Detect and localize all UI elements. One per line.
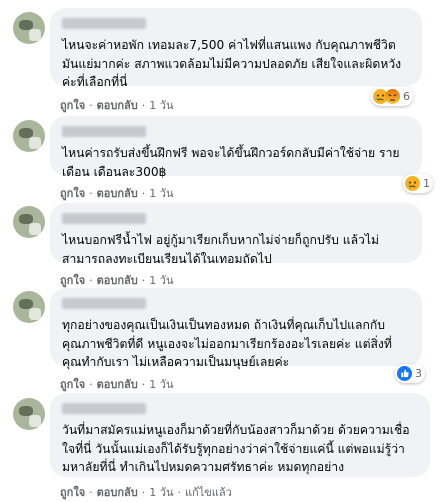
sad-icon [405, 176, 420, 191]
separator-dot: · [89, 186, 93, 200]
separator-dot: · [89, 485, 93, 499]
comment-text: ไหนค่ารถรับส่งขึ้นฝึกฟรี พอจะได้ขึ้นฝึกว… [62, 146, 400, 179]
timestamp[interactable]: 1 วัน [149, 375, 173, 393]
separator-dot: · [177, 485, 181, 499]
avatar[interactable] [13, 12, 45, 44]
like-button[interactable]: ถูกใจ [60, 96, 85, 114]
reply-button[interactable]: ตอบกลับ [97, 96, 138, 114]
comment-bubble: ทุกอย่างของคุณเป็นเงินเป็นทองหมด ถ้าเงิน… [50, 288, 422, 369]
reaction-summary[interactable]: 6 [371, 87, 413, 106]
separator-dot: · [89, 98, 93, 112]
comment-actions: ถูกใจ · ตอบกลับ · 1 วัน [60, 271, 173, 289]
comment-bubble: ไหนค่ารถรับส่งขึ้นฝึกฟรี พอจะได้ขึ้นฝึกว… [50, 116, 422, 179]
commenter-name-redacted[interactable] [62, 298, 146, 309]
comment-actions: ถูกใจ · ตอบกลับ · 1 วัน · แก้ไขแล้ว [60, 483, 232, 501]
reaction-count: 6 [403, 90, 410, 103]
separator-dot: · [141, 485, 146, 499]
avatar[interactable] [13, 120, 45, 152]
avatar[interactable] [13, 398, 45, 430]
angry-icon [385, 89, 400, 104]
commenter-name-redacted[interactable] [62, 18, 146, 29]
separator-dot: · [89, 377, 93, 391]
separator-dot: · [89, 273, 93, 287]
comment-text: วันที่มาสมัครแม่หนูเองก็มาด้วยที่กับน้อง… [62, 423, 410, 474]
reaction-count: 1 [423, 177, 430, 190]
reply-button[interactable]: ตอบกลับ [97, 184, 138, 202]
comment-text: ไหนบอกฟรีน้ำไฟ อยู่กู้มาเรียกเก็บหากไม่จ… [62, 233, 380, 266]
comment-bubble: ไหนจะค่าหอพัก เทอมละ7,500 ค่าไฟที่แสนแพง… [50, 8, 422, 89]
separator-dot: · [141, 98, 146, 112]
like-button[interactable]: ถูกใจ [60, 271, 85, 289]
separator-dot: · [141, 273, 146, 287]
comment-actions: ถูกใจ · ตอบกลับ · 1 วัน [60, 375, 173, 393]
reaction-count: 3 [415, 367, 422, 380]
timestamp[interactable]: 1 วัน [149, 271, 173, 289]
separator-dot: · [141, 377, 146, 391]
commenter-name-redacted[interactable] [62, 213, 146, 224]
commenter-name-redacted[interactable] [62, 126, 146, 137]
comment-actions: ถูกใจ · ตอบกลับ · 1 วัน [60, 184, 173, 202]
avatar[interactable] [13, 291, 45, 323]
edited-label: แก้ไขแล้ว [184, 486, 232, 499]
timestamp[interactable]: 1 วัน [149, 184, 173, 202]
comment-text: ทุกอย่างของคุณเป็นเงินเป็นทองหมด ถ้าเงิน… [62, 318, 392, 369]
avatar[interactable] [13, 206, 45, 238]
commenter-name-redacted[interactable] [62, 403, 146, 414]
timestamp[interactable]: 1 วัน [149, 96, 173, 114]
reaction-summary[interactable]: 3 [395, 364, 425, 383]
separator-dot: · [141, 186, 146, 200]
like-button[interactable]: ถูกใจ [60, 483, 85, 501]
like-icon [397, 366, 412, 381]
reply-button[interactable]: ตอบกลับ [97, 375, 138, 393]
comment-text: ไหนจะค่าหอพัก เทอมละ7,500 ค่าไฟที่แสนแพง… [62, 38, 402, 89]
comment-bubble: ไหนบอกฟรีน้ำไฟ อยู่กู้มาเรียกเก็บหากไม่จ… [50, 203, 422, 266]
reaction-summary[interactable]: 1 [403, 174, 433, 193]
timestamp[interactable]: 1 วัน [149, 483, 173, 501]
reply-button[interactable]: ตอบกลับ [97, 271, 138, 289]
like-button[interactable]: ถูกใจ [60, 375, 85, 393]
reply-button[interactable]: ตอบกลับ [97, 483, 138, 501]
like-button[interactable]: ถูกใจ [60, 184, 85, 202]
comment-bubble: วันที่มาสมัครแม่หนูเองก็มาด้วยที่กับน้อง… [50, 393, 430, 477]
comment-actions: ถูกใจ · ตอบกลับ · 1 วัน [60, 96, 173, 114]
